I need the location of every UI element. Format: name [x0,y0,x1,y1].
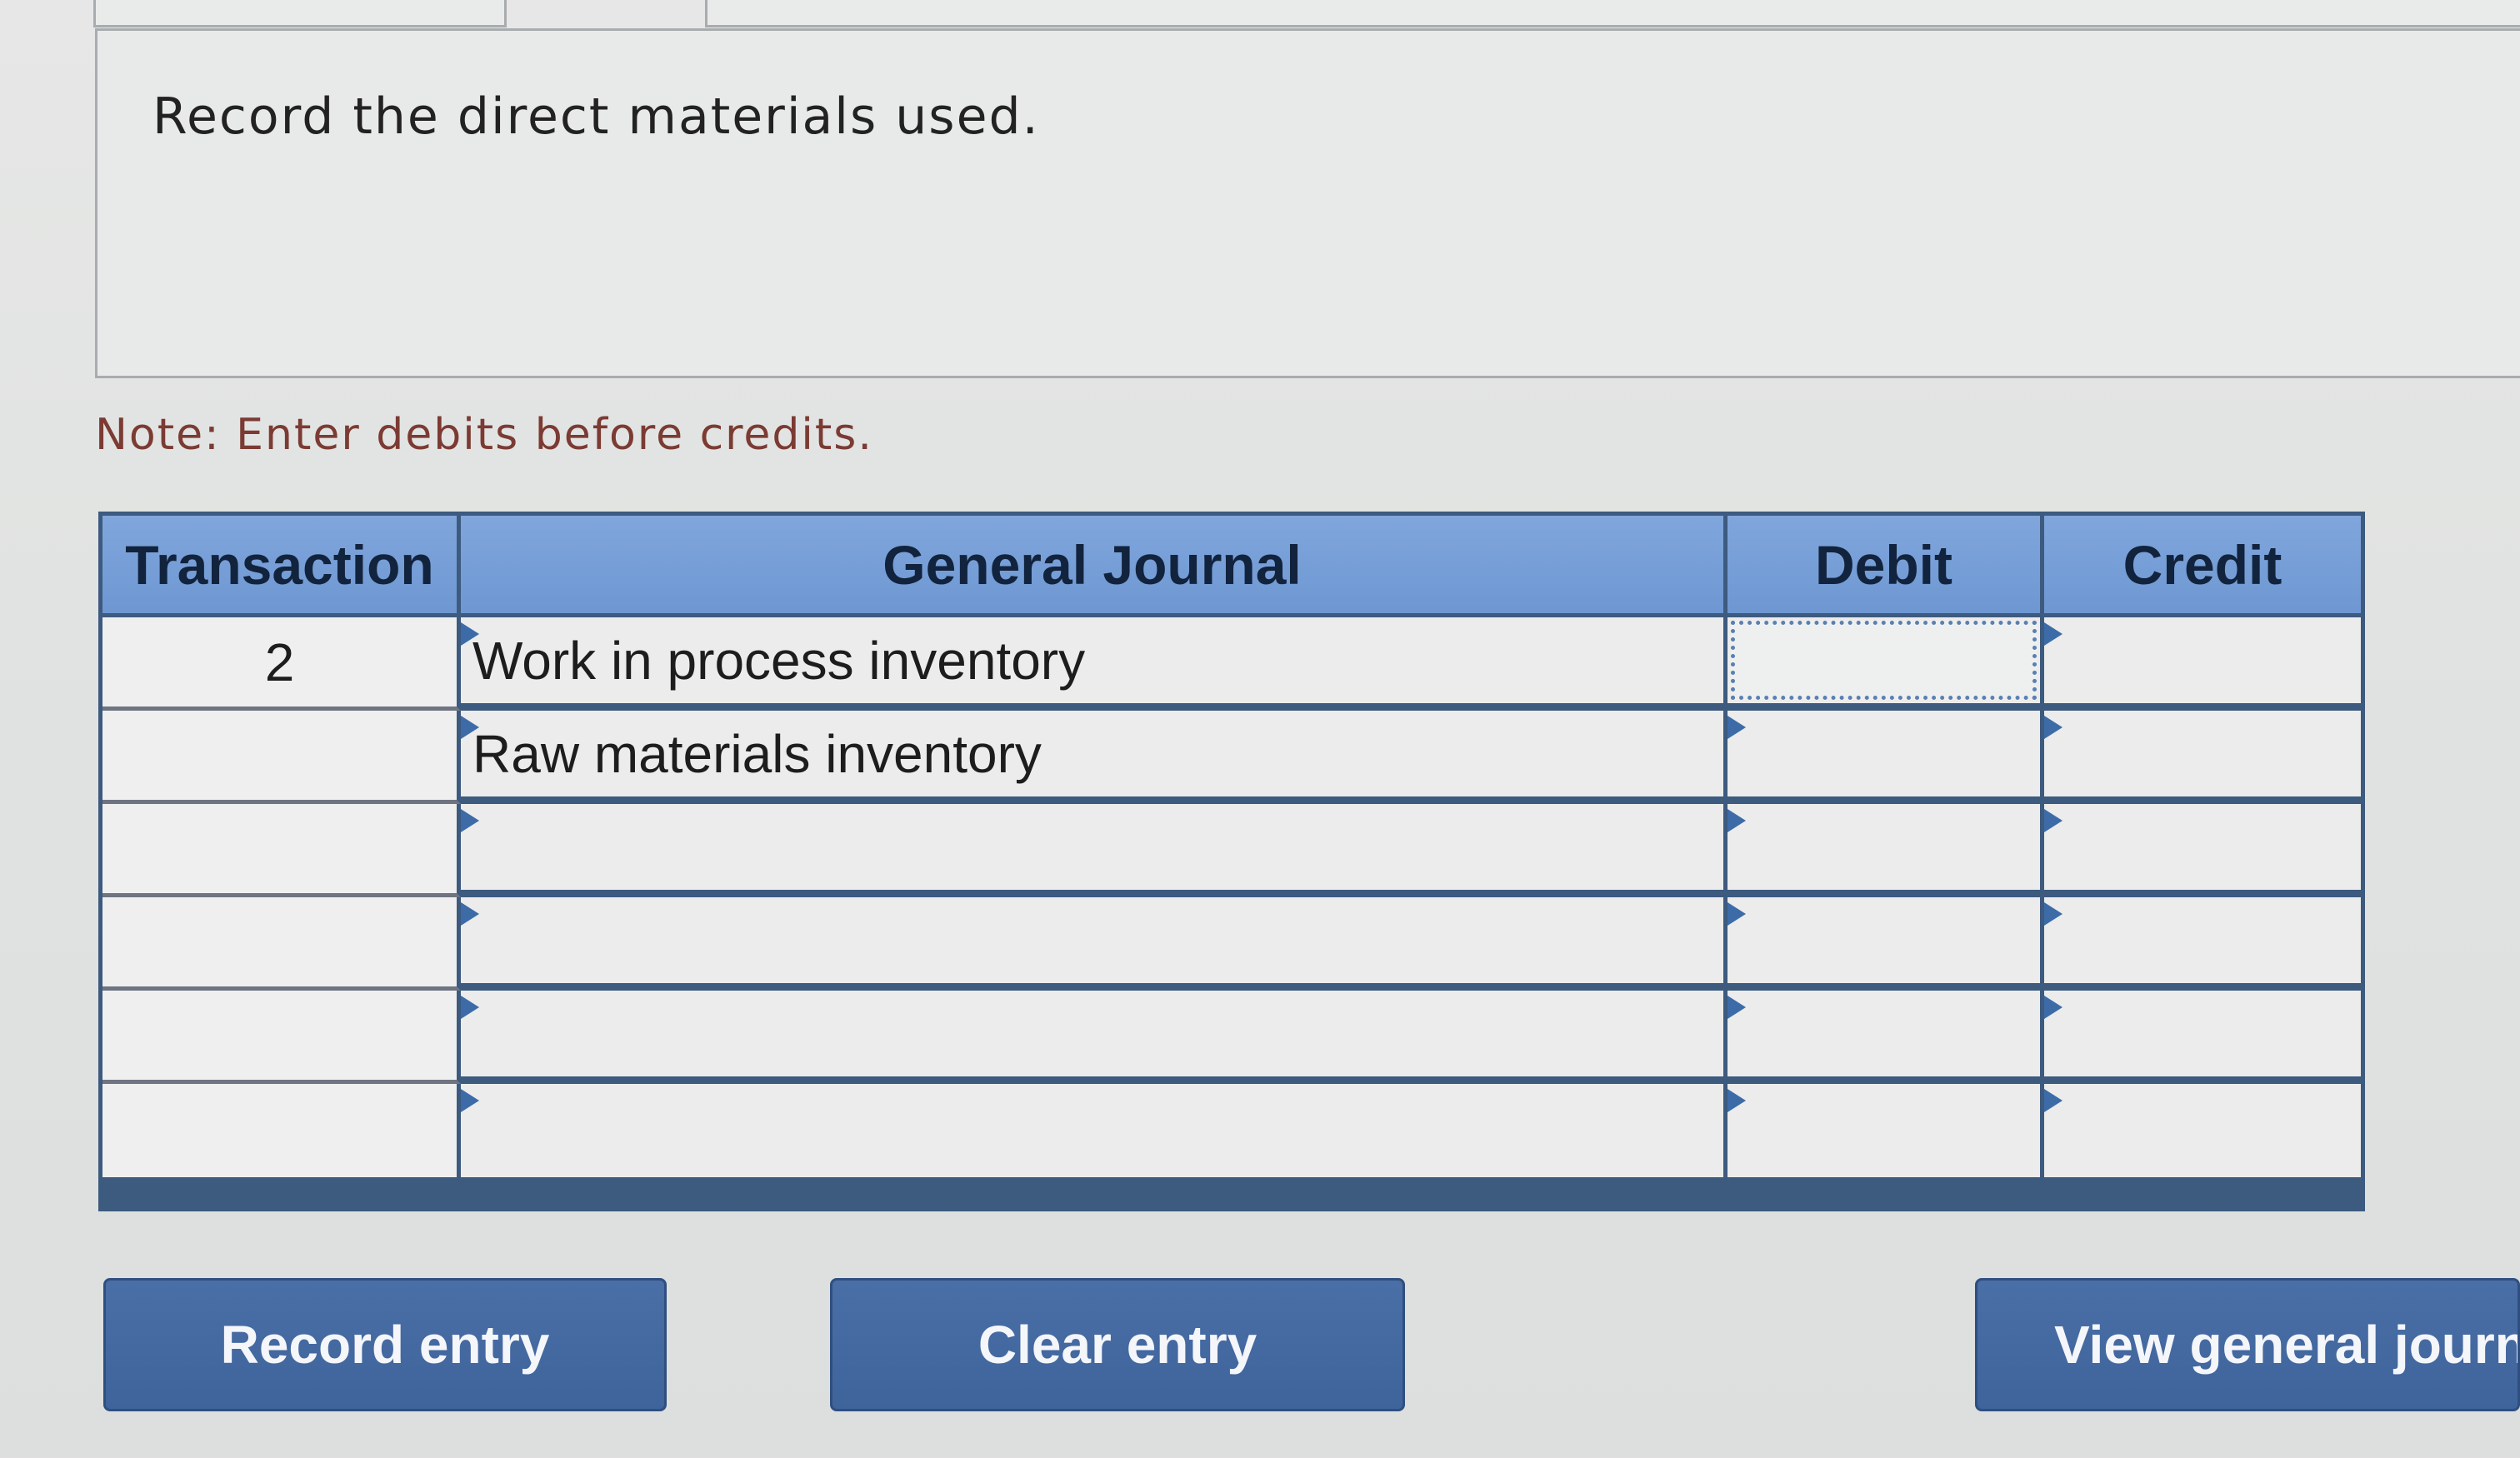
transaction-cell [102,1084,461,1177]
account-cell[interactable] [461,1084,1728,1177]
instruction-box: Record the direct materials used. [95,28,2520,378]
debit-input[interactable] [1728,711,2044,804]
clear-entry-button[interactable]: Clear entry [830,1278,1405,1411]
journal-entry-worksheet: Record the direct materials used. Note: … [0,0,2520,1458]
account-cell[interactable] [461,804,1728,897]
dropdown-marker-icon [461,622,479,646]
debit-input[interactable] [1728,804,2044,897]
dropdown-marker-icon [2044,622,2062,646]
record-entry-button[interactable]: Record entry [103,1278,667,1411]
dropdown-marker-icon [2044,716,2062,739]
credit-input[interactable] [2044,711,2361,804]
credit-input[interactable] [2044,991,2361,1084]
table-row: Raw materials inventory [102,711,2361,804]
view-general-journal-button[interactable]: View general journa [1975,1278,2520,1411]
transaction-cell [102,804,461,897]
account-cell[interactable] [461,991,1728,1084]
credit-input[interactable] [2044,804,2361,897]
dropdown-marker-icon [461,996,479,1019]
header-credit: Credit [2044,516,2361,617]
dropdown-marker-icon [2044,809,2062,832]
general-journal-table: Transaction General Journal Debit Credit… [98,512,2365,1211]
dropdown-marker-icon [2044,996,2062,1019]
debit-input[interactable] [1728,897,2044,991]
debit-input[interactable] [1728,991,2044,1084]
dropdown-marker-icon [2044,902,2062,926]
header-general-journal: General Journal [461,516,1728,617]
dropdown-marker-icon [1728,996,1746,1019]
account-cell[interactable]: Work in process inventory [461,617,1728,711]
credit-input[interactable] [2044,617,2361,711]
instruction-text: Record the direct materials used. [152,87,1040,146]
transaction-cell: 2 [102,617,461,711]
header-debit: Debit [1728,516,2044,617]
table-row [102,991,2361,1084]
dropdown-marker-icon [1728,716,1746,739]
table-header-row: Transaction General Journal Debit Credit [102,516,2361,617]
dropdown-marker-icon [461,716,479,739]
dropdown-marker-icon [2044,1089,2062,1112]
account-cell[interactable] [461,897,1728,991]
top-tab-right[interactable] [705,0,2520,27]
credit-input[interactable] [2044,897,2361,991]
table-row [102,897,2361,991]
table-row [102,1084,2361,1177]
debit-input[interactable] [1728,617,2044,711]
credit-input[interactable] [2044,1084,2361,1177]
dropdown-marker-icon [1728,1089,1746,1112]
account-name: Raw materials inventory [472,723,1042,784]
account-name: Work in process inventory [472,630,1086,691]
debit-input[interactable] [1728,1084,2044,1177]
header-transaction: Transaction [102,516,461,617]
table-row [102,804,2361,897]
debit-input-focus [1731,621,2037,700]
dropdown-marker-icon [461,902,479,926]
note-text: Note: Enter debits before credits. [95,410,873,460]
account-cell[interactable]: Raw materials inventory [461,711,1728,804]
transaction-cell [102,991,461,1084]
transaction-cell [102,711,461,804]
transaction-cell [102,897,461,991]
dropdown-marker-icon [461,1089,479,1112]
dropdown-marker-icon [461,809,479,832]
table-row: 2 Work in process inventory [102,617,2361,711]
dropdown-marker-icon [1728,809,1746,832]
dropdown-marker-icon [1728,902,1746,926]
top-tab-left[interactable] [93,0,507,27]
